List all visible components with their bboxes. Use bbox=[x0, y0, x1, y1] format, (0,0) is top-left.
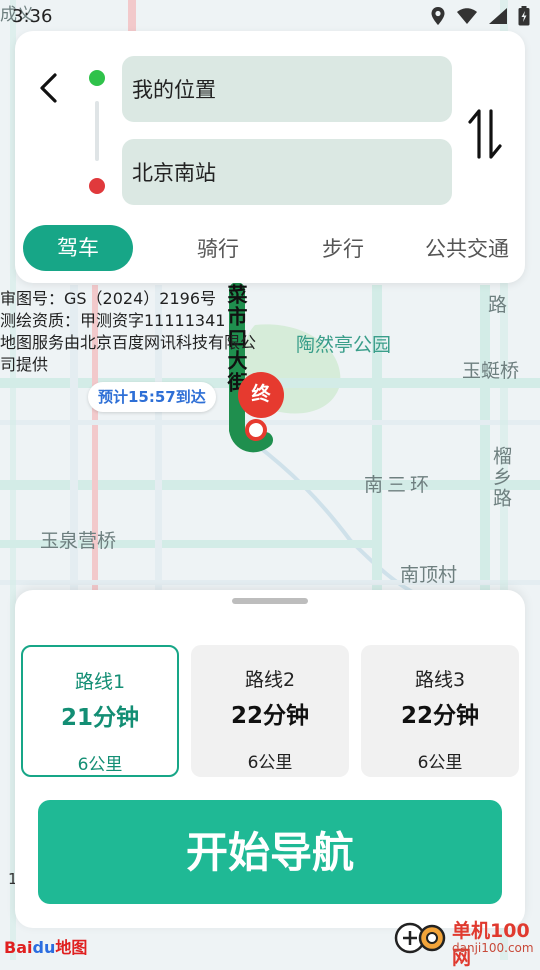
copyright-line: 审图号：GS（2024）2196号 bbox=[0, 289, 216, 308]
end-dot-icon bbox=[89, 178, 105, 194]
tab-transit[interactable]: 公共交通 bbox=[415, 233, 519, 263]
route-name: 路线2 bbox=[244, 669, 296, 691]
start-navigation-button[interactable]: 开始导航 bbox=[38, 800, 502, 904]
back-arrow-icon[interactable] bbox=[35, 71, 63, 105]
swap-icon[interactable] bbox=[465, 105, 505, 163]
map-label-nansanhuan: 南三环 bbox=[364, 474, 434, 496]
baidu-map-logo: Baidu地图 bbox=[4, 934, 87, 958]
route-connector-line bbox=[95, 101, 99, 161]
copyright-line: 地图服务由北京百度网讯科技有限公 bbox=[0, 333, 257, 352]
eta-bubble: 预计15:57到达 bbox=[88, 382, 216, 412]
map-label-lu: 路 bbox=[488, 294, 508, 316]
route-option-2[interactable]: 路线2 22分钟 6公里 bbox=[191, 645, 349, 777]
route-name: 路线3 bbox=[414, 669, 466, 691]
route-duration: 22分钟 bbox=[230, 703, 309, 729]
origin-input[interactable]: 我的位置 bbox=[122, 56, 452, 122]
logo-text-part1: Bai bbox=[4, 938, 33, 957]
route-option-1[interactable]: 路线1 21分钟 6公里 bbox=[21, 645, 179, 777]
logo-text-part3: 地图 bbox=[55, 938, 88, 957]
wifi-icon bbox=[457, 8, 477, 24]
map-label-yuquanying: 玉泉营桥 bbox=[40, 530, 117, 552]
watermark-url: danji100.com bbox=[452, 941, 534, 955]
route-distance: 6公里 bbox=[417, 753, 463, 773]
route-duration: 22分钟 bbox=[400, 703, 479, 729]
route-duration: 21分钟 bbox=[60, 705, 139, 731]
route-input-card: 我的位置 北京南站 驾车 骑行 步行 公共交通 bbox=[15, 31, 525, 283]
drag-handle[interactable] bbox=[232, 598, 308, 604]
tab-drive[interactable]: 驾车 bbox=[23, 225, 133, 271]
route-name: 路线1 bbox=[74, 671, 126, 693]
map-label-yuting: 玉蜓桥 bbox=[462, 360, 520, 382]
map-label-park: 陶然亭公园 bbox=[296, 334, 392, 356]
route-distance: 6公里 bbox=[77, 755, 123, 775]
signal-icon bbox=[489, 8, 507, 24]
status-time: 3:36 bbox=[12, 6, 53, 27]
tab-ride[interactable]: 骑行 bbox=[183, 233, 253, 263]
copyright-line: 测绘资质：甲测资字11111341 bbox=[0, 311, 226, 330]
destination-input[interactable]: 北京南站 bbox=[122, 139, 452, 205]
tab-walk[interactable]: 步行 bbox=[308, 233, 378, 263]
start-dot-icon bbox=[89, 70, 105, 86]
status-bar: 3:36 bbox=[0, 0, 540, 34]
map-label-nandingcun: 南顶村 bbox=[400, 564, 458, 586]
route-distance: 6公里 bbox=[247, 753, 293, 773]
route-option-3[interactable]: 路线3 22分钟 6公里 bbox=[361, 645, 519, 777]
location-icon bbox=[431, 7, 445, 25]
map-label-liuxiang: 榴乡路 bbox=[490, 446, 512, 509]
site-watermark: 单机100网 danji100.com bbox=[392, 916, 540, 969]
watermark-logo-icon bbox=[394, 922, 446, 954]
battery-icon bbox=[518, 6, 530, 26]
route-options-sheet: 路线1 21分钟 6公里 路线2 22分钟 6公里 路线3 22分钟 6公里 开… bbox=[15, 590, 525, 928]
logo-text-part2: du bbox=[32, 938, 56, 957]
end-marker[interactable]: 终 bbox=[238, 372, 284, 418]
travel-mode-tabs: 驾车 骑行 步行 公共交通 bbox=[23, 225, 519, 271]
map-copyright: 审图号：GS（2024）2196号 测绘资质：甲测资字11111341 地图服务… bbox=[0, 288, 300, 376]
